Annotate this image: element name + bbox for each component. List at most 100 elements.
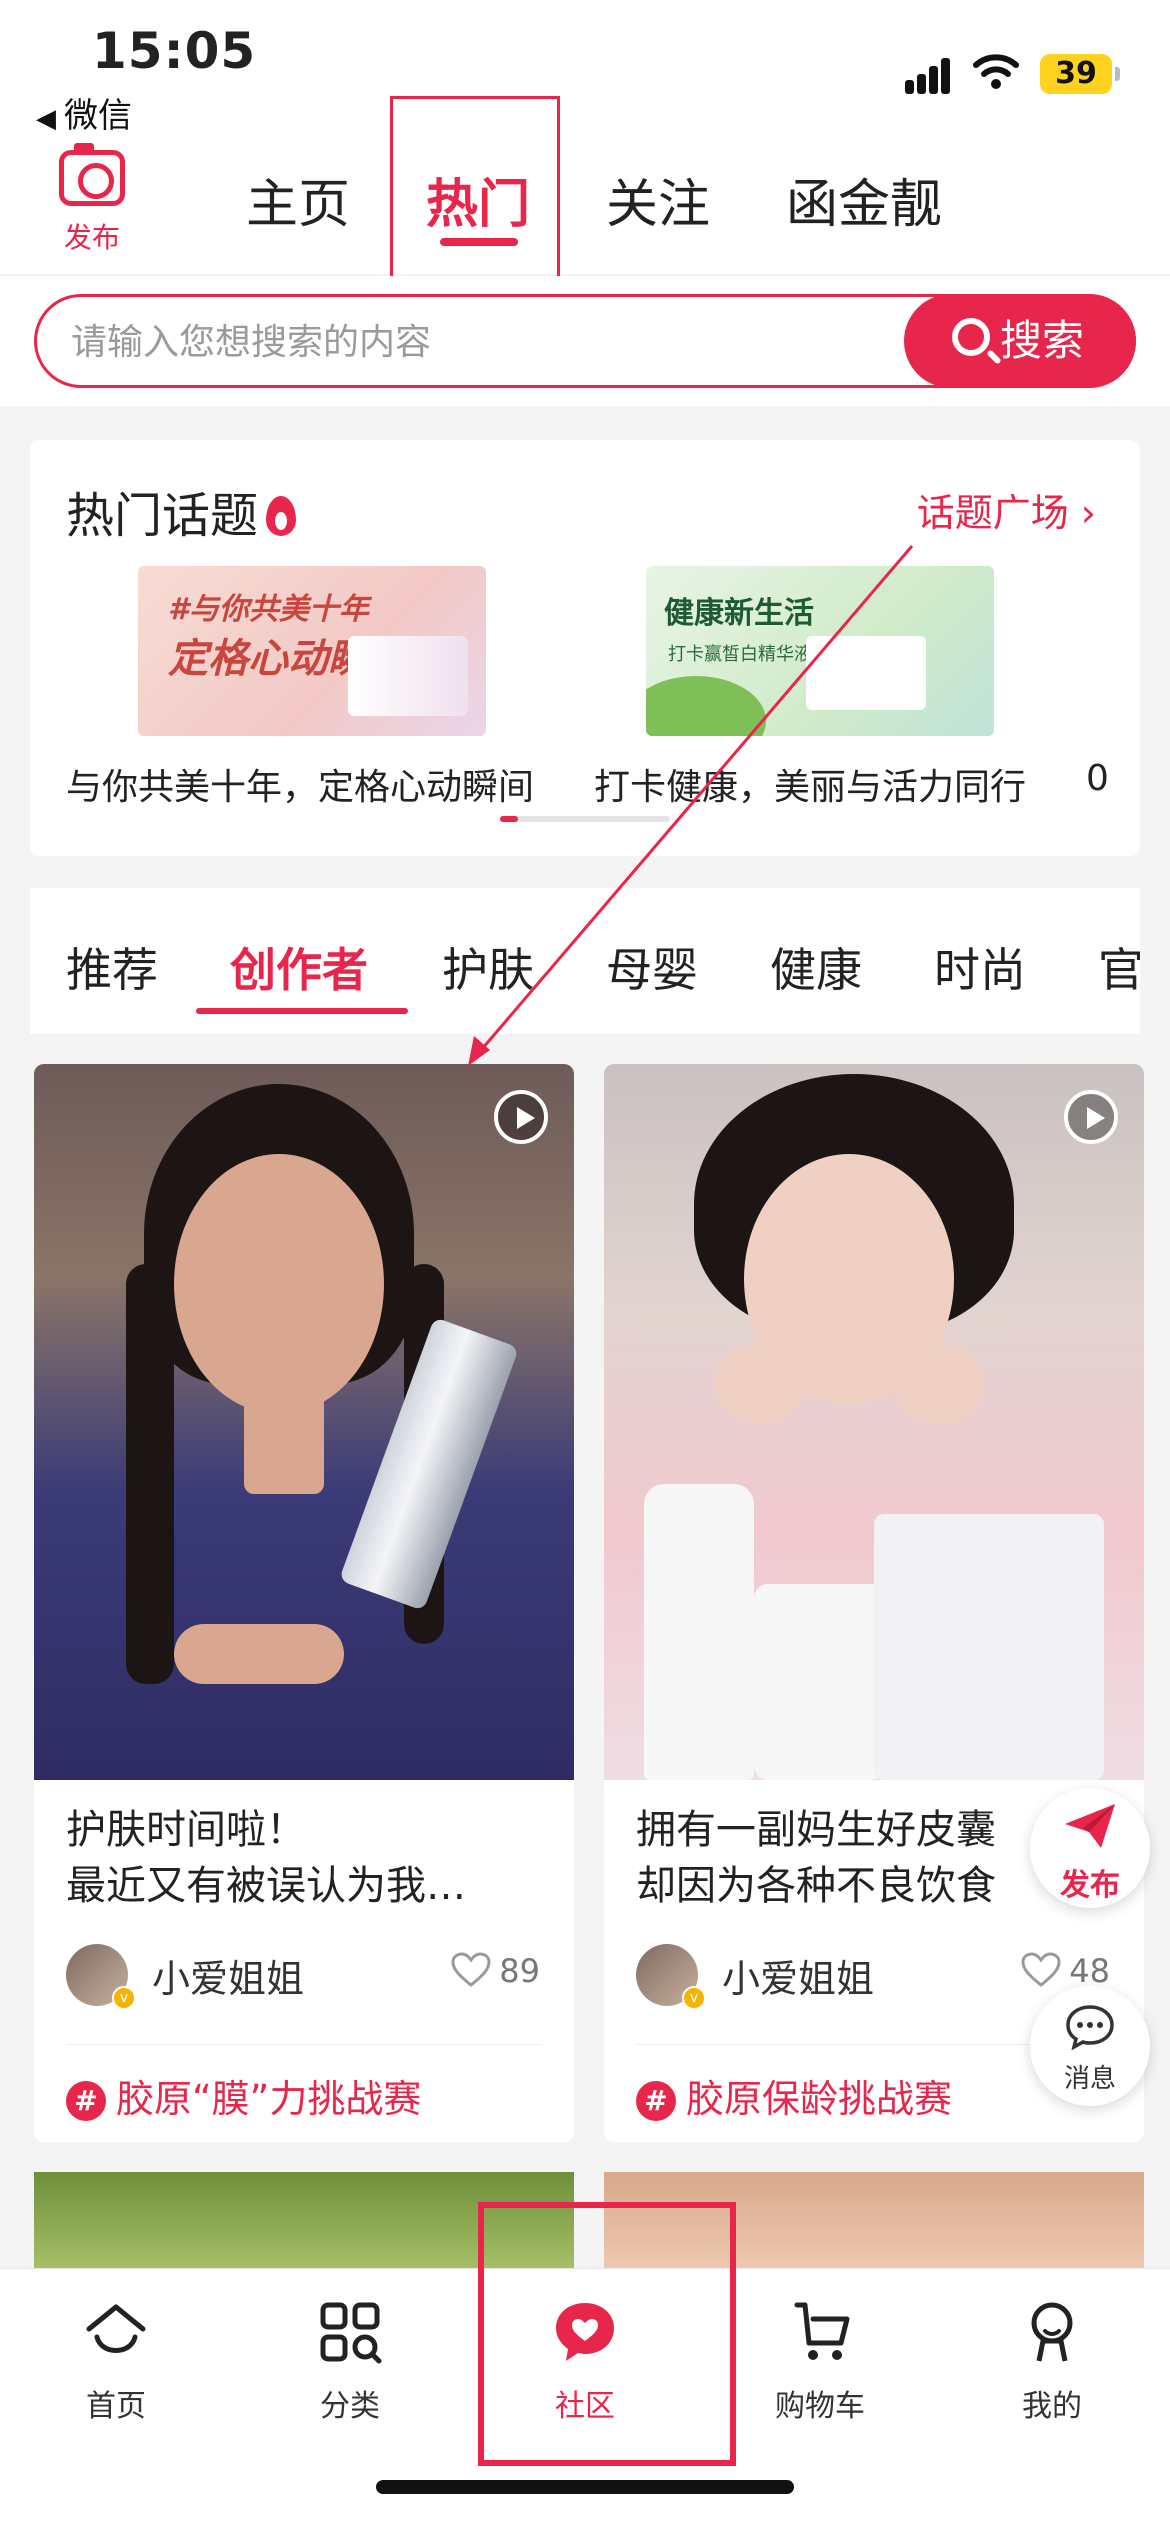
floating-publish-button[interactable]: 发布 xyxy=(1030,1788,1150,1908)
post-photo[interactable] xyxy=(34,1064,574,1780)
video-play-icon xyxy=(494,1090,548,1144)
search-box: 搜索 xyxy=(34,294,1136,388)
neck-shape xyxy=(244,1384,324,1494)
back-label: 微信 xyxy=(64,96,132,136)
verified-badge-icon: v xyxy=(682,1986,706,2010)
verified-badge-icon: v xyxy=(112,1986,136,2010)
face-shape xyxy=(174,1154,384,1414)
publish-label: 发布 xyxy=(63,221,120,254)
leaf-decoration xyxy=(646,676,766,736)
tabbar-cart[interactable]: 购物车 xyxy=(740,2299,900,2425)
tabbar-home[interactable]: 首页 xyxy=(36,2299,196,2425)
floating-message-button[interactable]: 消息 xyxy=(1030,1986,1150,2106)
hashtag-icon: # xyxy=(66,2081,106,2121)
topic-square-label: 话题广场 xyxy=(916,491,1069,535)
home-icon xyxy=(86,2304,146,2353)
publish-button[interactable]: 发布 xyxy=(52,143,132,260)
heart-icon xyxy=(1021,1952,1061,1987)
category-creators[interactable]: 创作者 xyxy=(230,934,368,1000)
topic-square-link[interactable]: 话题广场 › xyxy=(917,482,1096,537)
camera-icon xyxy=(59,143,125,206)
category-fashion[interactable]: 时尚 xyxy=(934,934,1026,1000)
topic-banner-1-line1: #与你共美十年 xyxy=(168,592,369,627)
carousel-scroll-indicator xyxy=(500,816,670,822)
jar-shape xyxy=(754,1584,884,1780)
search-icon xyxy=(952,318,990,356)
highlight-box-community-tab xyxy=(478,2202,736,2466)
tabbar-home-label: 首页 xyxy=(86,2389,146,2424)
hand-shape xyxy=(174,1624,344,1684)
category-recommend[interactable]: 推荐 xyxy=(66,934,158,1000)
topic-banner-2-line1: 健康新生活 xyxy=(664,596,814,631)
hot-topics-card: 热门话题 话题广场 › #与你共美十年 定格心动瞬间 健康新生活 打卡赢皙白精华… xyxy=(30,440,1140,856)
search-input[interactable] xyxy=(71,317,891,367)
category-active-underline xyxy=(196,1008,408,1014)
battery-icon: 39 xyxy=(1040,54,1120,94)
floating-message-label: 消息 xyxy=(1063,2064,1116,2094)
heart-icon xyxy=(451,1952,491,1987)
flame-icon xyxy=(266,496,297,536)
post-text: 护肤时间啦！ 最近又有被误认为我… xyxy=(66,1802,552,1914)
post-topic-tag[interactable]: # 胶原保龄挑战赛 xyxy=(636,2068,952,2123)
topic-caption-1[interactable]: 与你共美十年，定格心动瞬间 xyxy=(66,758,534,810)
page: 15:05 ◀ 微信 39 发布 主页 热门 关注 函金靓 请输入您想搜索的内容… xyxy=(0,0,1170,2532)
home-indicator[interactable] xyxy=(376,2480,794,2494)
product-image xyxy=(806,636,926,710)
highlight-box-hot-tab xyxy=(390,96,560,288)
topic-banner-2-line2: 打卡赢皙白精华液 xyxy=(668,644,812,665)
post-card-1[interactable]: 护肤时间啦！ 最近又有被误认为我… v 小爱姐姐 89 # 胶原“膜”力挑战赛 xyxy=(34,1064,574,2142)
box-shape xyxy=(874,1514,1104,1780)
top-nav: 发布 主页 热门 关注 函金靓 xyxy=(0,140,1170,275)
hashtag-icon: # xyxy=(636,2081,676,2121)
tabbar-profile-label: 我的 xyxy=(1022,2389,1082,2424)
hand-left xyxy=(714,1344,804,1424)
search-bar: 搜索 xyxy=(0,276,1170,406)
post-card-2[interactable]: 拥有一副妈生好皮囊 却因为各种不良饮食 v 小爱姐姐 48 # 胶原保龄挑战赛 xyxy=(604,1064,1144,2142)
tabbar-category[interactable]: 分类 xyxy=(270,2299,430,2425)
like-button[interactable]: 89 xyxy=(451,1952,540,1990)
category-official[interactable]: 官 xyxy=(1098,934,1140,1000)
profile-icon xyxy=(1031,2302,1073,2362)
floating-publish-label: 发布 xyxy=(1060,1868,1120,1903)
back-triangle-icon: ◀ xyxy=(36,104,56,134)
topic-banner-2[interactable]: 健康新生活 打卡赢皙白精华液 xyxy=(646,566,994,736)
category-health[interactable]: 健康 xyxy=(770,934,862,1000)
category-icon xyxy=(320,2302,382,2364)
hand-right xyxy=(894,1344,984,1424)
category-skincare[interactable]: 护肤 xyxy=(442,934,534,1000)
category-maternal[interactable]: 母婴 xyxy=(606,934,698,1000)
chevron-right-icon: › xyxy=(1080,491,1096,535)
topic-caption-3[interactable]: 0 xyxy=(1086,758,1109,799)
like-button[interactable]: 48 xyxy=(1021,1952,1110,1990)
paper-plane-icon xyxy=(1065,1804,1115,1848)
post-topic-label: 胶原“膜”力挑战赛 xyxy=(116,2077,422,2121)
hot-topics-title-text: 热门话题 xyxy=(66,488,259,544)
cart-icon xyxy=(794,2302,850,2360)
post-topic-label: 胶原保龄挑战赛 xyxy=(686,2077,953,2121)
hot-topics-title: 热门话题 xyxy=(66,476,297,546)
status-bar: 15:05 ◀ 微信 39 xyxy=(0,0,1170,140)
post-title-line1: 护肤时间啦！ xyxy=(66,1807,306,1853)
braid-left xyxy=(126,1264,174,1684)
tabbar-cart-label: 购物车 xyxy=(775,2389,865,2424)
tab-brand[interactable]: 函金靓 xyxy=(786,162,942,237)
topic-caption-2[interactable]: 打卡健康，美丽与活力同行 xyxy=(594,758,1026,810)
author-name[interactable]: 小爱姐姐 xyxy=(722,1948,874,2003)
post-topic-tag[interactable]: # 胶原“膜”力挑战赛 xyxy=(66,2068,421,2123)
tab-home[interactable]: 主页 xyxy=(246,162,350,237)
wifi-icon xyxy=(973,54,1019,89)
back-to-wechat[interactable]: ◀ 微信 xyxy=(36,88,132,137)
search-button-label: 搜索 xyxy=(1000,316,1085,365)
status-time: 15:05 xyxy=(92,22,257,80)
post-title-line2: 最近又有被误认为我… xyxy=(66,1863,466,1909)
tabbar-profile[interactable]: 我的 xyxy=(972,2299,1132,2425)
tab-follow[interactable]: 关注 xyxy=(606,162,710,237)
cellular-signal-icon xyxy=(905,58,951,94)
post-photo[interactable] xyxy=(604,1064,1144,1780)
message-icon xyxy=(1066,2005,1114,2051)
product-image xyxy=(348,636,468,716)
author-name[interactable]: 小爱姐姐 xyxy=(152,1948,304,2003)
search-button[interactable]: 搜索 xyxy=(904,294,1136,388)
topic-banner-1[interactable]: #与你共美十年 定格心动瞬间 xyxy=(138,566,486,736)
divider xyxy=(66,2044,542,2045)
